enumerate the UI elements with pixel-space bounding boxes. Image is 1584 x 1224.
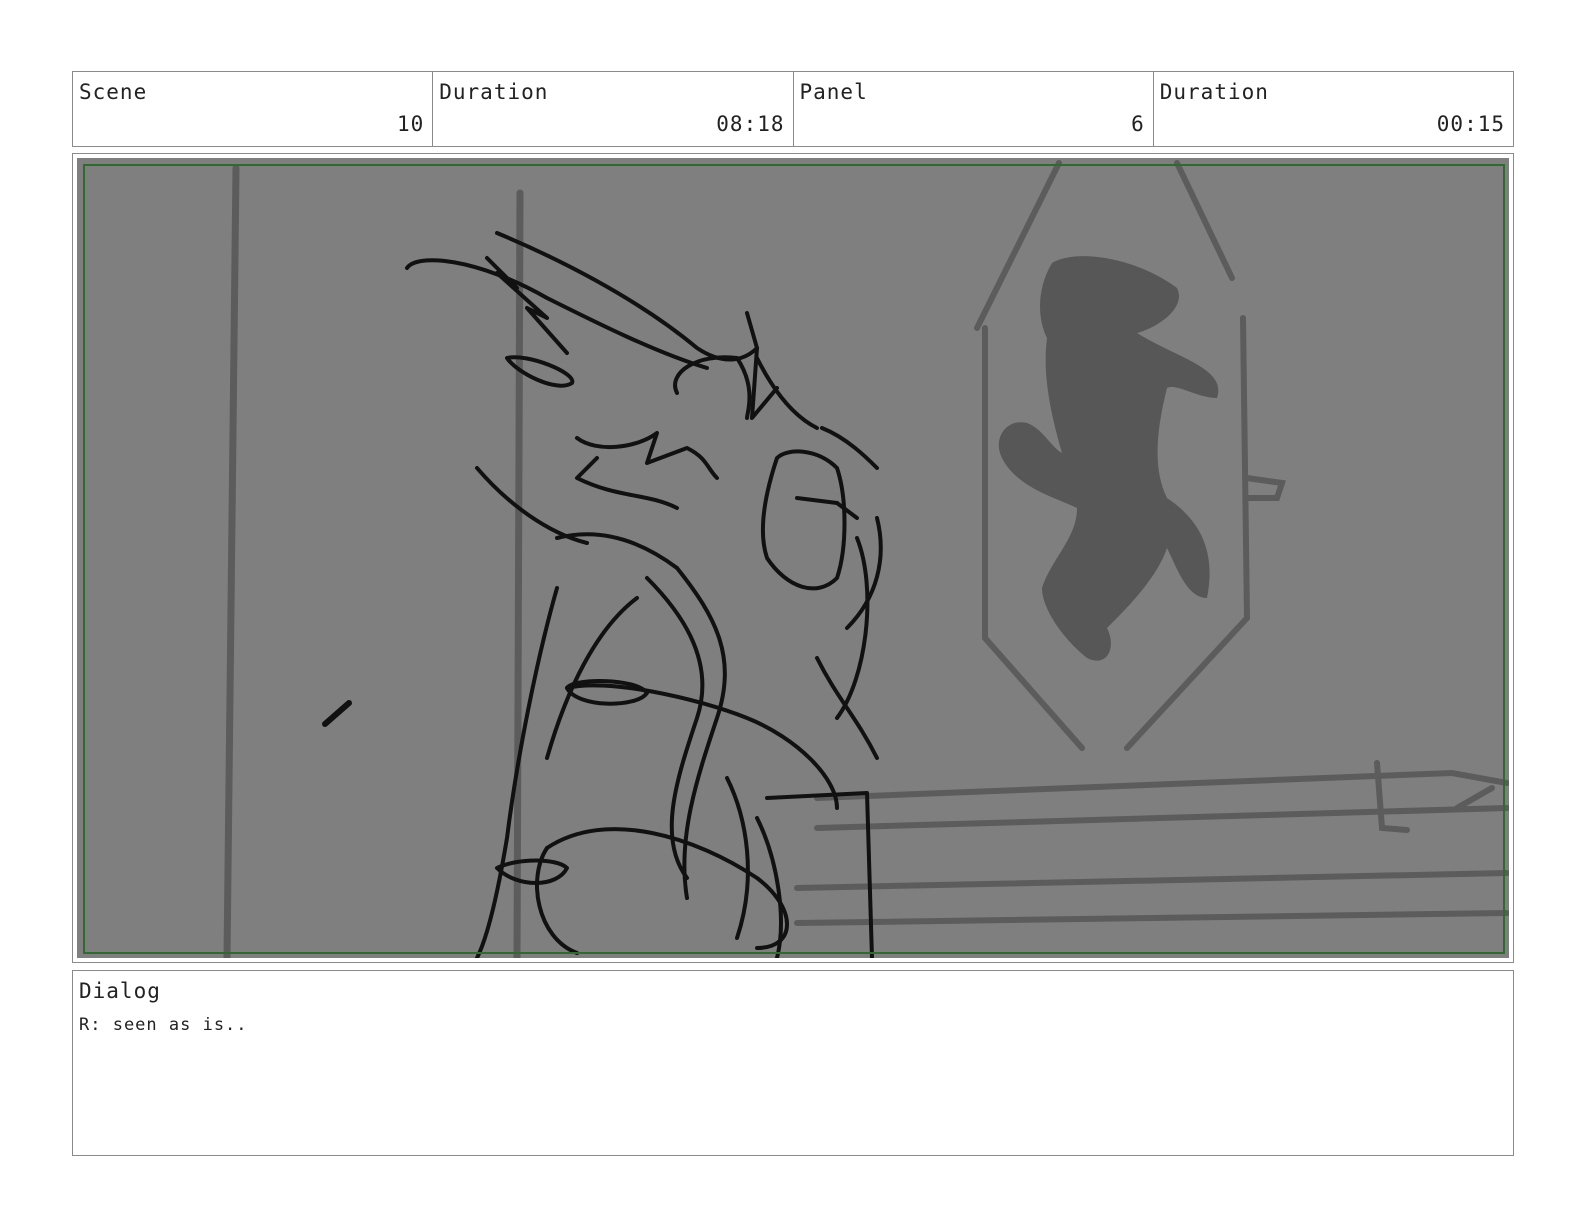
- panel-label: Panel: [799, 80, 868, 104]
- small-stroke: [322, 700, 352, 727]
- dialog-box: Dialog R: seen as is..: [72, 970, 1514, 1156]
- scene-label: Scene: [79, 80, 148, 104]
- scene-cell: Scene 10: [73, 72, 434, 146]
- storyboard-sketch: [77, 158, 1509, 958]
- horse-emblem: [998, 256, 1219, 661]
- panel-frame: [72, 153, 1514, 963]
- dialog-label: Dialog: [79, 979, 161, 1003]
- panel-cell: Panel 6: [794, 72, 1154, 146]
- panel-duration-label: Duration: [1159, 80, 1269, 104]
- dialog-text: R: seen as is..: [79, 1015, 248, 1035]
- scene-duration-value: 08:18: [716, 112, 785, 136]
- background-pillars: [223, 164, 524, 958]
- scene-duration-label: Duration: [439, 80, 549, 104]
- character-sketch: [405, 231, 883, 958]
- background-table: [794, 760, 1509, 926]
- panel-duration-value: 00:15: [1436, 112, 1505, 136]
- scene-value: 10: [396, 112, 425, 136]
- storyboard-header: Scene 10 Duration 08:18 Panel 6 Duration…: [72, 71, 1514, 147]
- panel-value: 6: [1131, 112, 1145, 136]
- scene-duration-cell: Duration 08:18: [433, 72, 794, 146]
- panel-duration-cell: Duration 00:15: [1154, 72, 1513, 146]
- sketch-drawing: [223, 160, 1509, 958]
